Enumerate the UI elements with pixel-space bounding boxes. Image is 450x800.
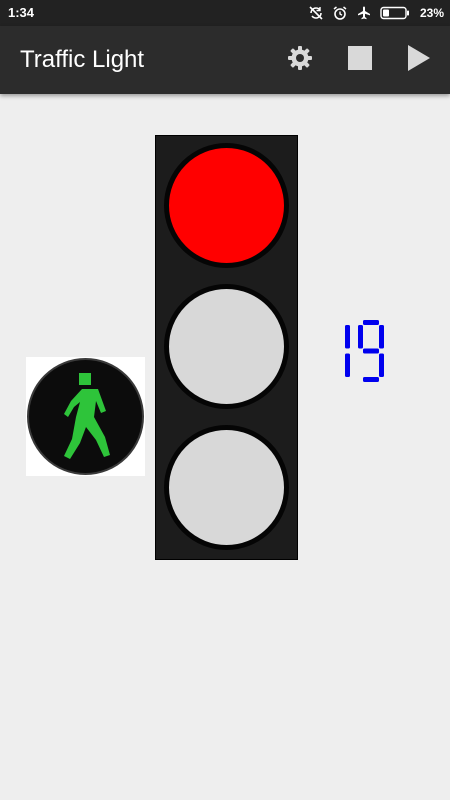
status-bar: 1:34 23% — [0, 0, 450, 26]
countdown-display: 19 — [322, 318, 386, 389]
walking-person-icon — [27, 358, 144, 475]
green-lamp — [164, 425, 289, 550]
battery-percent: 23% — [419, 6, 444, 20]
yellow-lamp — [164, 284, 289, 409]
status-time: 1:34 — [8, 5, 35, 20]
stop-icon — [347, 45, 373, 76]
countdown-segment — [363, 348, 379, 354]
countdown-segment — [345, 353, 350, 377]
pedestrian-signal — [26, 357, 145, 476]
app-title: Traffic Light — [20, 46, 145, 73]
traffic-light — [155, 135, 298, 560]
countdown-segment — [363, 320, 379, 325]
red-lamp — [164, 143, 289, 268]
status-icons: 23% — [308, 4, 444, 22]
settings-button[interactable] — [284, 44, 316, 76]
alarm-icon — [332, 5, 348, 21]
battery-icon — [380, 6, 410, 20]
sync-off-icon — [308, 5, 324, 21]
countdown-segment — [345, 325, 350, 349]
countdown-segment — [379, 325, 384, 349]
countdown-segment — [358, 325, 363, 349]
countdown-digits: 19 — [345, 320, 384, 382]
play-icon — [404, 44, 432, 77]
airplane-mode-icon — [356, 5, 372, 21]
app-bar: Traffic Light — [0, 26, 450, 94]
stop-button[interactable] — [344, 44, 376, 76]
gear-icon — [286, 44, 314, 77]
countdown-segment — [379, 353, 384, 377]
play-button[interactable] — [402, 44, 434, 76]
countdown-segment — [363, 377, 379, 382]
